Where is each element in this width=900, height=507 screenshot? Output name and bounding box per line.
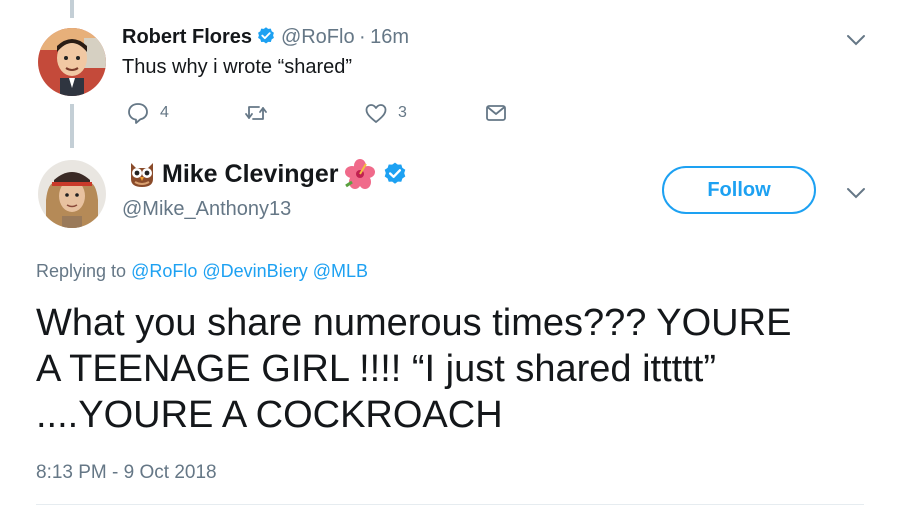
verified-icon bbox=[258, 27, 275, 44]
reply-count: 4 bbox=[160, 104, 169, 121]
verified-icon bbox=[385, 162, 406, 184]
avatar-mike-clevinger[interactable] bbox=[38, 160, 106, 228]
owl-emoji-icon bbox=[131, 163, 153, 187]
like-count: 3 bbox=[398, 104, 407, 121]
like-button[interactable]: 3 bbox=[364, 100, 407, 126]
tweet-timestamp[interactable]: 8:13 PM - 9 Oct 2018 bbox=[36, 462, 217, 484]
avatar-robert-flores[interactable] bbox=[38, 28, 106, 96]
separator-dot: · bbox=[359, 26, 366, 48]
tweet-text-line: What you share numerous times??? YOURE bbox=[36, 302, 792, 344]
main-handle[interactable]: @Mike_Anthony13 bbox=[122, 198, 291, 221]
reply-button[interactable]: 4 bbox=[126, 100, 169, 126]
thread-line-bottom bbox=[70, 104, 74, 148]
mention-link[interactable]: @DevinBiery bbox=[202, 261, 307, 281]
retweet-icon bbox=[245, 106, 267, 120]
chevron-down-icon[interactable] bbox=[846, 186, 866, 200]
parent-time[interactable]: 16m bbox=[370, 26, 409, 48]
dm-button[interactable] bbox=[484, 100, 508, 126]
dm-icon bbox=[486, 105, 506, 121]
hibiscus-emoji-icon bbox=[345, 159, 376, 189]
main-author-name[interactable]: Mike Clevinger bbox=[162, 160, 338, 189]
replying-to: Replying to @RoFlo @DevinBiery @MLB bbox=[36, 261, 368, 282]
mention-link[interactable]: @MLB bbox=[313, 261, 368, 281]
mention-link[interactable]: @RoFlo bbox=[131, 261, 197, 281]
tweet-text-line: ....YOURE A COCKROACH bbox=[36, 394, 503, 436]
divider bbox=[36, 504, 864, 505]
replying-prefix: Replying to bbox=[36, 261, 127, 281]
follow-button[interactable]: Follow bbox=[662, 166, 816, 214]
reply-icon bbox=[128, 103, 148, 124]
like-icon bbox=[365, 104, 387, 123]
thread-line-top bbox=[70, 0, 74, 18]
retweet-button[interactable] bbox=[244, 100, 278, 126]
parent-handle[interactable]: @RoFlo bbox=[281, 26, 355, 48]
main-tweet-text: What you share numerous times??? YOURE A… bbox=[36, 300, 876, 438]
parent-tweet-text: Thus why i wrote “shared” bbox=[122, 56, 353, 78]
tweet-text-line: A TEENAGE GIRL !!!! “I just shared itttt… bbox=[36, 348, 716, 390]
chevron-down-icon[interactable] bbox=[846, 33, 866, 47]
parent-author-name[interactable]: Robert Flores bbox=[122, 26, 252, 48]
